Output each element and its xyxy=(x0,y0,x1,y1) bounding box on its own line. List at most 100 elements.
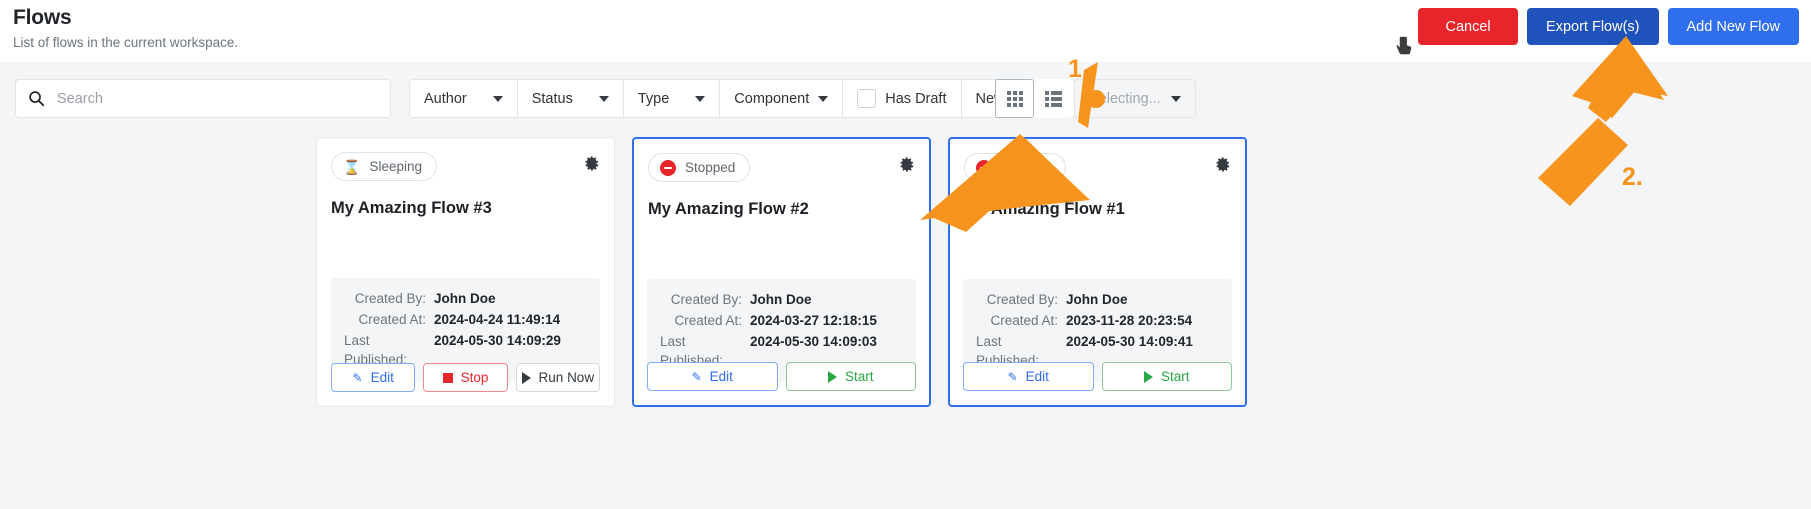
view-toggle xyxy=(995,79,1073,118)
status-badge: ⌛ Sleeping xyxy=(331,152,437,181)
has-draft-checkbox[interactable] xyxy=(857,89,877,108)
meta-label: Created At: xyxy=(674,313,742,328)
chevron-down-icon xyxy=(818,95,829,102)
play-icon xyxy=(1143,370,1153,383)
flow-card[interactable]: ⌛ Sleeping My Amazing Flow #3 Created By… xyxy=(316,137,615,407)
flow-actions: ✎ Edit Start xyxy=(647,362,916,391)
meta-label: Created By: xyxy=(354,291,426,306)
start-button[interactable]: Start xyxy=(785,362,916,391)
pencil-icon: ✎ xyxy=(1007,369,1018,384)
add-new-flow-button[interactable]: Add New Flow xyxy=(1667,8,1799,45)
edit-button[interactable]: ✎ Edit xyxy=(647,362,778,391)
search-box[interactable] xyxy=(15,79,391,118)
stop-square-icon xyxy=(442,372,453,383)
status-badge-label: Sleeping xyxy=(369,159,422,174)
stop-button-label: Stop xyxy=(460,370,489,385)
filter-toolbar: Author Status Type Component Has Draft N… xyxy=(0,62,1811,136)
edit-button-label: Edit xyxy=(370,370,394,385)
edit-button-label: Edit xyxy=(709,369,733,384)
stopped-circle-icon xyxy=(976,159,992,176)
selecting-label: Selecting... xyxy=(1089,90,1161,107)
meta-label: Created At: xyxy=(990,313,1058,328)
meta-value: John Doe xyxy=(750,292,812,307)
play-icon xyxy=(521,371,531,384)
meta-row: Created By: John Doe xyxy=(660,290,903,309)
status-badge-label: Stopped xyxy=(685,160,736,175)
flow-title: My Amazing Flow #3 xyxy=(331,199,492,217)
stop-button[interactable]: Stop xyxy=(423,363,508,392)
chevron-down-icon xyxy=(492,95,503,102)
filter-type[interactable]: Type xyxy=(622,79,720,118)
filter-type-label: Type xyxy=(637,90,670,107)
meta-label: Created By: xyxy=(986,292,1058,307)
flow-title: My Amazing Flow #1 xyxy=(964,200,1125,218)
header-titles: Flows List of flows in the current works… xyxy=(13,5,238,52)
chevron-down-icon xyxy=(1170,95,1181,102)
meta-value: John Doe xyxy=(434,291,496,306)
filter-status[interactable]: Status xyxy=(516,79,623,118)
flows-page: Flows List of flows in the current works… xyxy=(0,0,1811,509)
meta-value: 2024-05-30 14:09:29 xyxy=(434,333,561,348)
filter-group: Author Status Type Component Has Draft N… xyxy=(409,79,1075,118)
start-button-label: Start xyxy=(844,369,874,384)
meta-row: Created By: John Doe xyxy=(976,290,1219,309)
filter-has-draft-label: Has Draft xyxy=(885,90,947,107)
meta-label: Created By: xyxy=(670,292,742,307)
status-badge: Stopped xyxy=(964,153,1067,182)
meta-row: Created By: John Doe xyxy=(344,289,587,308)
flow-card[interactable]: Stopped My Amazing Flow #1 Created By: J… xyxy=(948,137,1247,407)
meta-row: Created At: 2023-11-28 20:23:54 xyxy=(976,311,1219,330)
flow-card[interactable]: Stopped My Amazing Flow #2 Created By: J… xyxy=(632,137,931,407)
filter-has-draft[interactable]: Has Draft xyxy=(842,79,961,118)
start-button-label: Start xyxy=(1160,369,1190,384)
filter-author-label: Author xyxy=(424,90,467,107)
filter-author[interactable]: Author xyxy=(409,79,517,118)
meta-value: 2023-11-28 20:23:54 xyxy=(1066,313,1193,328)
page-title: Flows xyxy=(13,6,72,29)
start-button[interactable]: Start xyxy=(1101,362,1232,391)
meta-row: Created At: 2024-04-24 11:49:14 xyxy=(344,310,587,329)
pencil-icon: ✎ xyxy=(352,370,363,385)
selecting-dropdown[interactable]: Selecting... xyxy=(1074,79,1196,118)
play-icon xyxy=(827,370,837,383)
filter-status-label: Status xyxy=(531,90,573,107)
page-header: Flows List of flows in the current works… xyxy=(0,0,1811,62)
filter-component[interactable]: Component xyxy=(719,79,843,118)
meta-value: 2024-05-30 14:09:03 xyxy=(750,334,877,349)
chevron-down-icon xyxy=(598,95,609,102)
search-icon xyxy=(29,91,45,107)
flow-title: My Amazing Flow #2 xyxy=(648,200,809,218)
filter-component-label: Component xyxy=(734,90,810,107)
gear-icon[interactable] xyxy=(1215,156,1232,173)
run-now-button[interactable]: Run Now xyxy=(515,363,600,392)
meta-value: 2024-04-24 11:49:14 xyxy=(434,312,561,327)
gear-icon[interactable] xyxy=(899,156,916,173)
flow-card-list: ⌛ Sleeping My Amazing Flow #3 Created By… xyxy=(316,137,1247,407)
flow-actions: ✎ Edit Stop Run Now xyxy=(331,363,600,392)
list-view-button[interactable] xyxy=(1034,79,1073,118)
page-subtitle: List of flows in the current workspace. xyxy=(13,35,239,50)
flow-actions: ✎ Edit Start xyxy=(963,362,1232,391)
hourglass-icon: ⌛ xyxy=(343,158,361,175)
meta-label: Created At: xyxy=(358,312,426,327)
cancel-button[interactable]: Cancel xyxy=(1418,8,1519,45)
grid-icon xyxy=(1006,90,1023,107)
stopped-circle-icon xyxy=(660,159,676,176)
edit-button[interactable]: ✎ Edit xyxy=(963,362,1094,391)
status-badge: Stopped xyxy=(648,153,751,182)
export-flows-button[interactable]: Export Flow(s) xyxy=(1527,8,1659,45)
annotation-step-two-label: 2. xyxy=(1622,163,1643,191)
meta-value: 2024-05-30 14:09:41 xyxy=(1066,334,1193,349)
meta-row: Created At: 2024-03-27 12:18:15 xyxy=(660,311,903,330)
gear-icon[interactable] xyxy=(584,155,601,172)
chevron-down-icon xyxy=(695,95,706,102)
grid-view-button[interactable] xyxy=(995,79,1034,118)
status-badge-label: Stopped xyxy=(1001,160,1052,175)
search-input[interactable] xyxy=(57,90,378,107)
edit-button-label: Edit xyxy=(1025,369,1049,384)
pencil-icon: ✎ xyxy=(691,369,702,384)
run-now-button-label: Run Now xyxy=(538,370,595,385)
header-actions: Cancel Export Flow(s) Add New Flow xyxy=(1418,8,1799,45)
edit-button[interactable]: ✎ Edit xyxy=(331,363,416,392)
meta-value: 2024-03-27 12:18:15 xyxy=(750,313,877,328)
